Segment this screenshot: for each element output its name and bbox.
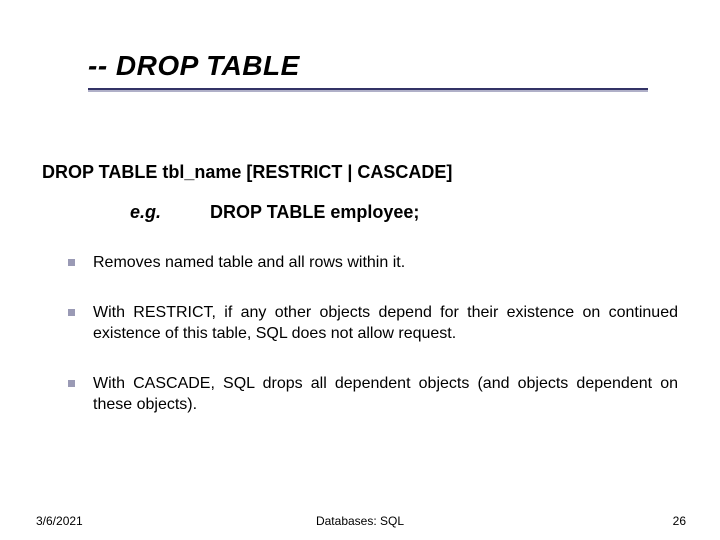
- example-code: DROP TABLE employee;: [210, 202, 419, 222]
- slide-title: -- DROP TABLE: [88, 50, 680, 82]
- bullet-marker-icon: [68, 309, 75, 316]
- bullet-text: With CASCADE, SQL drops all dependent ob…: [93, 373, 678, 416]
- bullet-text: With RESTRICT, if any other objects depe…: [93, 302, 678, 345]
- list-item: With RESTRICT, if any other objects depe…: [68, 302, 678, 345]
- list-item: Removes named table and all rows within …: [68, 252, 678, 274]
- title-area: -- DROP TABLE: [88, 50, 680, 92]
- slide: -- DROP TABLE DROP TABLE tbl_name [RESTR…: [0, 0, 720, 540]
- example-label: e.g.: [130, 202, 161, 222]
- example-line: e.g. DROP TABLE employee;: [130, 202, 419, 223]
- bullet-text: Removes named table and all rows within …: [93, 252, 678, 274]
- footer-title: Databases: SQL: [0, 514, 720, 528]
- title-underline-light: [88, 90, 648, 92]
- bullet-marker-icon: [68, 259, 75, 266]
- syntax-line: DROP TABLE tbl_name [RESTRICT | CASCADE]: [42, 162, 452, 183]
- bullet-list: Removes named table and all rows within …: [68, 252, 678, 444]
- page-number: 26: [673, 514, 686, 528]
- bullet-marker-icon: [68, 380, 75, 387]
- list-item: With CASCADE, SQL drops all dependent ob…: [68, 373, 678, 416]
